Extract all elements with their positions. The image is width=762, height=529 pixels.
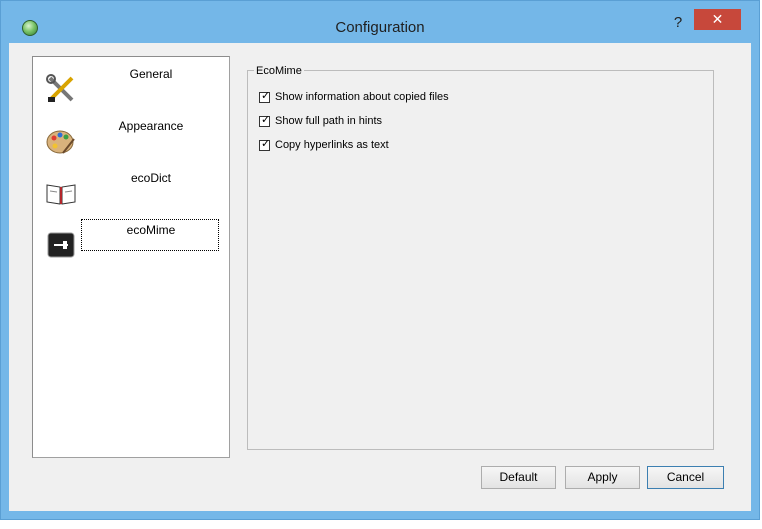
configuration-window: Configuration ? ✕ General Appearance eco…	[0, 0, 760, 520]
checkbox[interactable]: ✓	[259, 137, 271, 151]
help-button[interactable]: ?	[667, 13, 689, 33]
groupbox-title: EcoMime	[254, 65, 304, 77]
sidebar-item-appearance[interactable]: Appearance	[33, 115, 229, 165]
check-mark-icon: ✓	[261, 137, 271, 150]
palette-icon	[46, 130, 75, 154]
checkbox-label[interactable]: Show full path in hints	[275, 115, 382, 127]
sidebar-item-label: General	[129, 67, 173, 81]
sidebar-item-label: Appearance	[118, 119, 184, 133]
ecomime-icon	[47, 232, 75, 258]
apply-button[interactable]: Apply	[565, 466, 640, 489]
checkbox[interactable]: ✓	[259, 113, 271, 127]
check-mark-icon: ✓	[261, 113, 271, 126]
sidebar-item-ecodict[interactable]: ecoDict	[33, 167, 229, 217]
option-show-full-path[interactable]: ✓ Show full path in hints	[259, 113, 382, 129]
default-button[interactable]: Default	[481, 466, 556, 489]
book-icon	[46, 184, 76, 205]
title-bar[interactable]: Configuration ? ✕	[1, 1, 759, 43]
check-mark-icon: ✓	[261, 89, 271, 102]
cancel-button[interactable]: Cancel	[647, 466, 724, 489]
checkbox-label[interactable]: Copy hyperlinks as text	[275, 139, 389, 151]
dialog-body: General Appearance ecoDict ecoMime EcoMi…	[9, 43, 751, 511]
sidebar-item-general[interactable]: General	[33, 63, 229, 113]
category-list[interactable]: General Appearance ecoDict ecoMime	[32, 56, 230, 458]
sidebar-item-label: ecoMime	[126, 223, 176, 237]
sidebar-item-label: ecoDict	[130, 171, 171, 185]
sidebar-item-ecomime[interactable]: ecoMime	[33, 219, 229, 269]
close-button[interactable]: ✕	[694, 9, 741, 30]
tools-icon	[46, 74, 74, 102]
window-title: Configuration	[335, 19, 425, 36]
checkbox[interactable]: ✓	[259, 89, 271, 103]
option-show-copied-info[interactable]: ✓ Show information about copied files	[259, 89, 449, 105]
option-copy-hyperlinks[interactable]: ✓ Copy hyperlinks as text	[259, 137, 389, 153]
checkbox-label[interactable]: Show information about copied files	[275, 91, 449, 103]
